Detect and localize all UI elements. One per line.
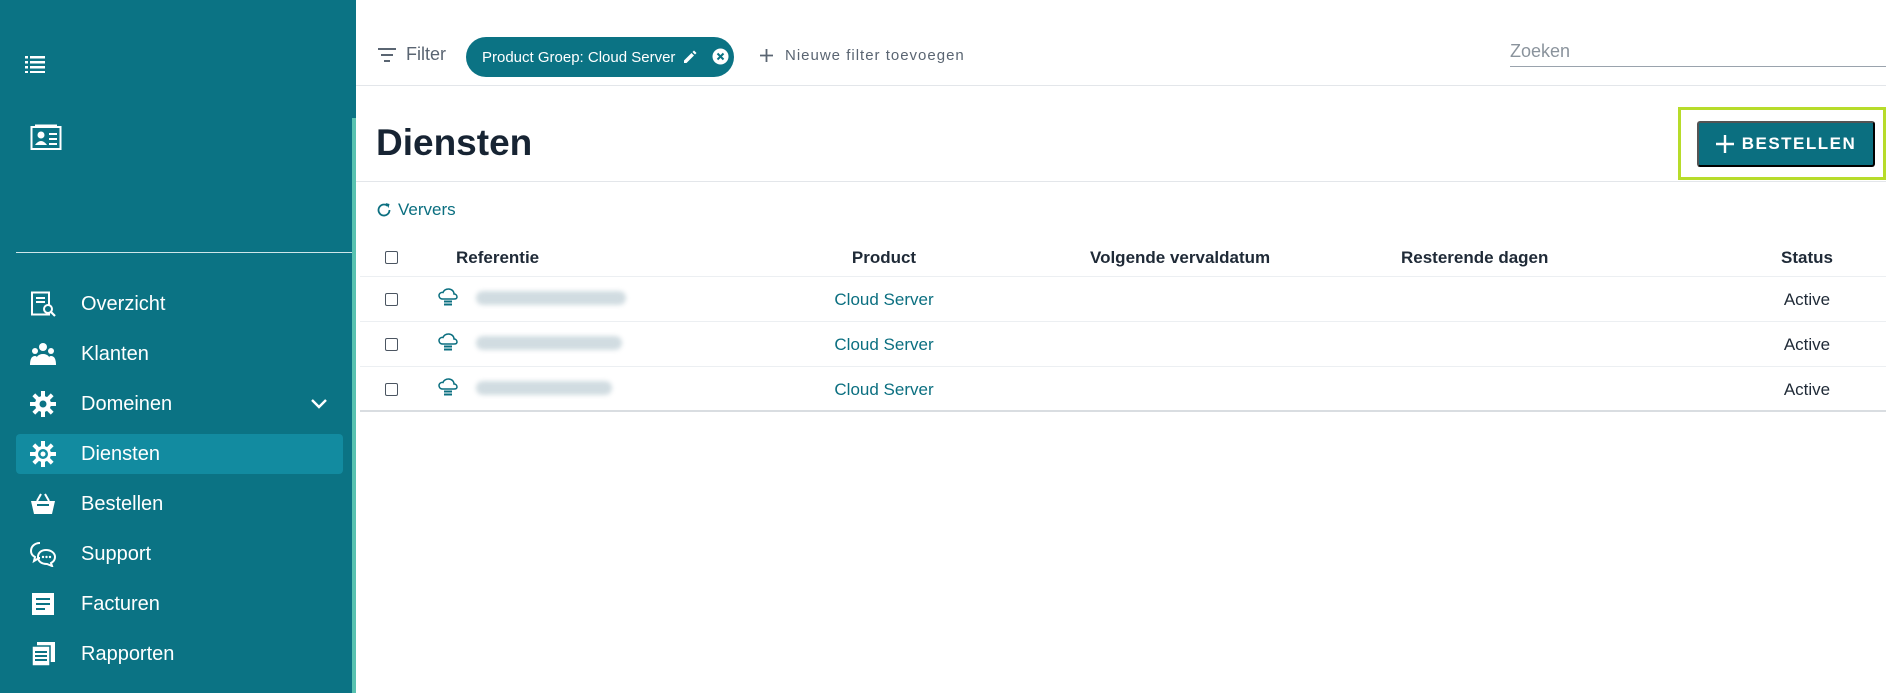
filter-label: Filter [406,44,446,64]
column-header-vervaldatum[interactable]: Volgende vervaldatum [1090,248,1270,268]
gear-icon [30,391,56,417]
page-title: Diensten [376,122,533,163]
row-checkbox[interactable] [385,293,398,306]
reference-redacted[interactable] [476,336,622,350]
sidebar-item-diensten[interactable]: Diensten [16,434,343,474]
filter-bar: Filter Product Groep: Cloud Server Nieuw… [356,0,1886,86]
filter-icon [378,47,396,62]
sidebar-item-klanten[interactable]: Klanten [16,334,343,374]
plus-icon [760,49,773,62]
status-badge: Active [1783,290,1831,309]
pencil-icon[interactable] [682,49,698,69]
table-header: Referentie Product Volgende vervaldatum … [360,240,1886,277]
row-checkbox[interactable] [385,338,398,351]
column-header-resterende-dagen[interactable]: Resterende dagen [1401,248,1548,268]
sidebar-edge [352,118,356,693]
add-filter-button[interactable]: Nieuwe filter toevoegen [760,47,965,64]
invoice-icon [30,591,56,617]
column-header-product[interactable]: Product [815,248,953,268]
cloud-server-icon [438,378,458,398]
refresh-icon [377,203,391,217]
header-divider [356,181,1886,182]
table-row[interactable]: Cloud Server Active [360,367,1886,412]
refresh-button[interactable]: Ververs [376,200,456,220]
close-icon[interactable] [712,48,729,69]
chat-icon [29,541,57,568]
product-link[interactable]: Cloud Server [815,290,953,310]
reference-redacted[interactable] [476,381,612,395]
cloud-server-icon [438,288,458,308]
sidebar-item-domeinen[interactable]: Domeinen [16,384,343,424]
sidebar-item-overzicht[interactable]: Overzicht [16,284,343,324]
plus-icon [1715,135,1734,153]
cloud-server-icon [438,333,458,353]
chevron-down-icon[interactable] [309,394,329,414]
column-header-referentie[interactable]: Referentie [456,248,539,268]
sidebar-item-rapporten[interactable]: Rapporten [16,634,343,674]
status-badge: Active [1783,380,1831,399]
sidebar: Overzicht Klanten Domeinen Diensten Best… [0,0,356,693]
table-row[interactable]: Cloud Server Active [360,277,1886,322]
refresh-label: Ververs [398,200,456,219]
sidebar-item-facturen[interactable]: Facturen [16,584,343,624]
report-search-icon [30,291,56,317]
row-checkbox[interactable] [385,383,398,396]
product-link[interactable]: Cloud Server [815,380,953,400]
select-all-checkbox[interactable] [385,251,398,264]
active-filter-label: Product Groep: Cloud Server [482,48,676,66]
column-header-status[interactable]: Status [1767,248,1847,268]
users-icon [30,341,56,367]
search-input[interactable] [1510,37,1886,67]
sidebar-divider [16,252,352,253]
list-icon[interactable] [24,52,48,76]
add-filter-label: Nieuwe filter toevoegen [785,47,965,64]
order-button-label: BESTELLEN [1741,134,1857,153]
reports-icon [30,641,56,667]
sidebar-item-bestellen[interactable]: Bestellen [16,484,343,524]
basket-icon [30,491,56,517]
service-gear-icon [30,441,56,467]
filter-button[interactable]: Filter [378,44,446,65]
sidebar-item-support[interactable]: Support [16,534,343,574]
status-badge: Active [1783,335,1831,354]
order-button[interactable]: BESTELLEN [1697,121,1875,167]
table-row[interactable]: Cloud Server Active [360,322,1886,367]
contact-card-icon[interactable] [30,124,62,152]
reference-redacted[interactable] [476,291,626,305]
services-table: Referentie Product Volgende vervaldatum … [360,240,1886,412]
product-link[interactable]: Cloud Server [815,335,953,355]
active-filter-chip[interactable]: Product Groep: Cloud Server [466,37,734,77]
